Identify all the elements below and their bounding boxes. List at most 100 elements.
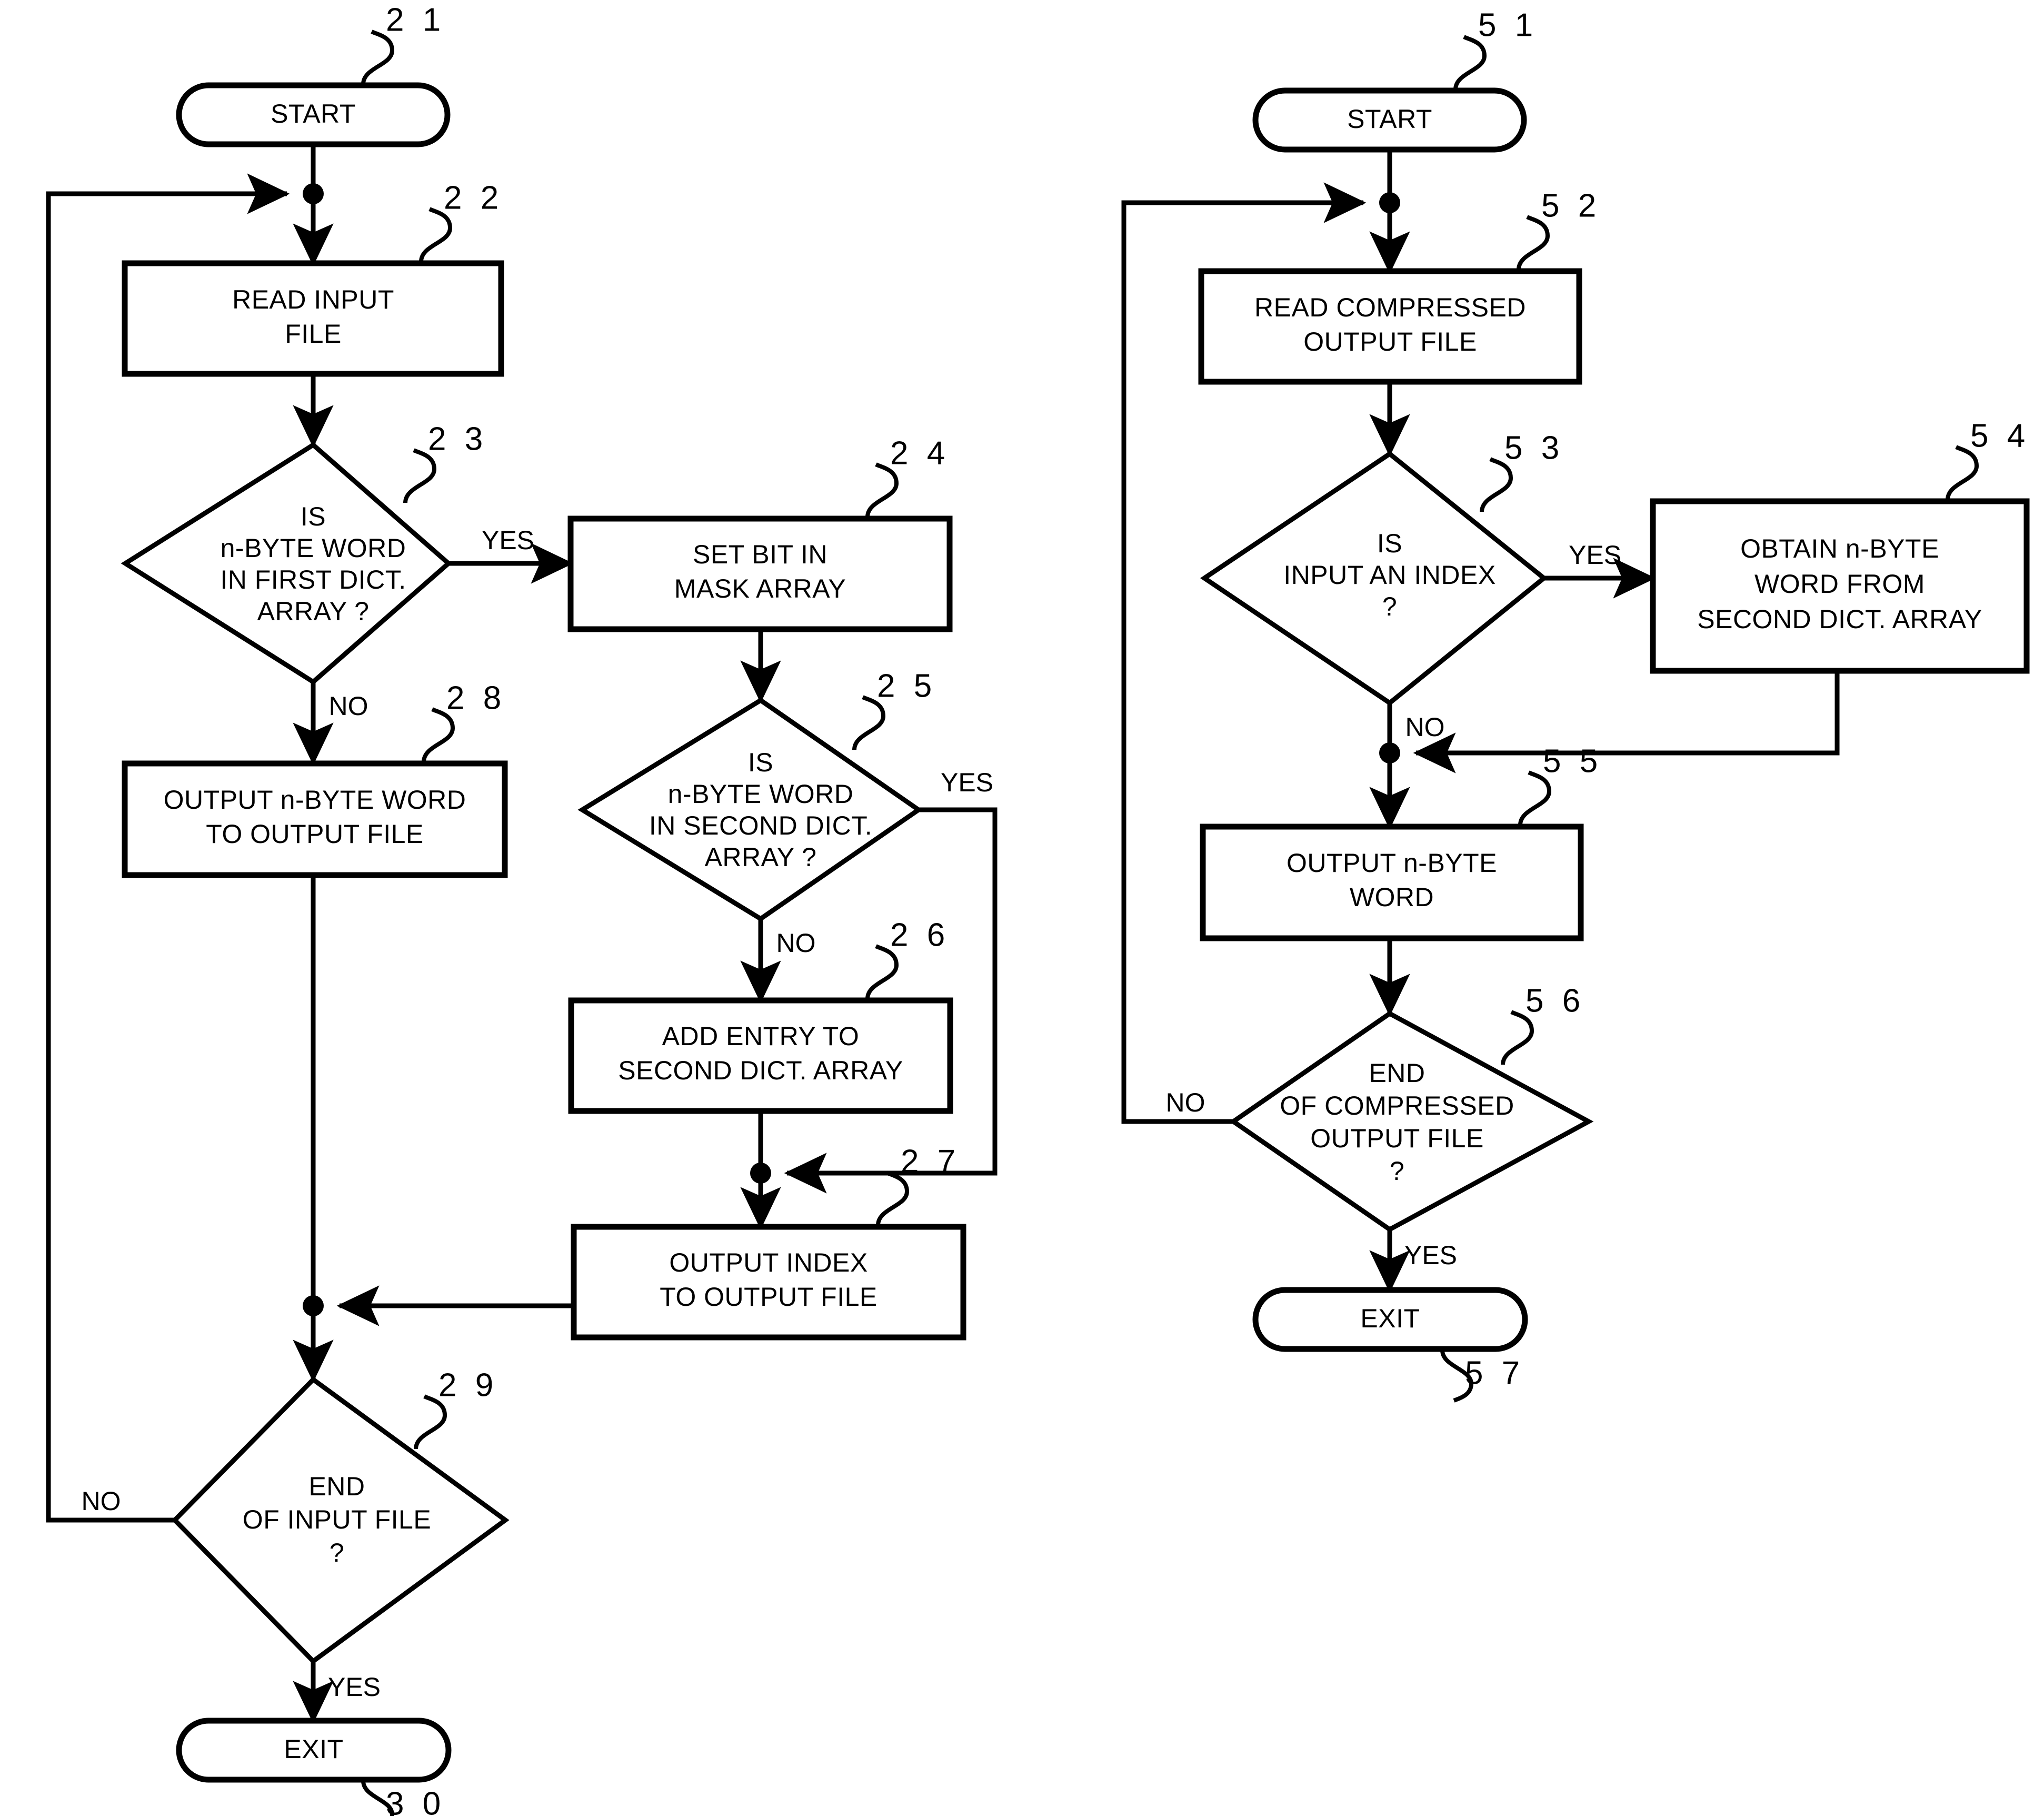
- node-label-line2: OUTPUT FILE: [1303, 327, 1477, 356]
- ref-number-51: 5 1: [1478, 7, 1538, 43]
- node-label-line2: WORD: [1350, 882, 1434, 912]
- node-label-line1: IS: [301, 502, 326, 531]
- node-label: EXIT: [1360, 1304, 1420, 1333]
- ref-leader-51: [1453, 35, 1487, 90]
- node-label-line4: ?: [1390, 1156, 1404, 1186]
- ref-number-25: 2 5: [877, 668, 936, 704]
- edge-label-56-yes: YES: [1404, 1241, 1457, 1270]
- node-label-line1: OUTPUT n-BYTE: [1287, 848, 1497, 878]
- node-label-line2: INPUT AN INDEX: [1283, 560, 1495, 590]
- ref-leader-52: [1517, 215, 1550, 270]
- ref-number-53: 5 3: [1504, 430, 1564, 466]
- edge-label-53-no: NO: [1405, 712, 1445, 742]
- node-decision-29[interactable]: END OF INPUT FILE ? 2 9 NO YES: [82, 1367, 510, 1702]
- compression-flowchart: START 2 1 READ INPUT FILE 2 2 IS n-BYTE …: [46, 2, 998, 1816]
- edge-label-25-yes: YES: [941, 768, 993, 797]
- ref-number-24: 2 4: [890, 435, 950, 471]
- ref-leader-23: [403, 448, 437, 503]
- node-label-line3: IN FIRST DICT.: [220, 565, 406, 594]
- ref-number-26: 2 6: [890, 917, 950, 953]
- edge-label-53-yes: YES: [1569, 540, 1621, 570]
- edge-label-29-yes: YES: [328, 1672, 381, 1702]
- node-label-line2: OF INPUT FILE: [243, 1505, 431, 1534]
- node-label-line2: WORD FROM: [1754, 569, 1925, 599]
- ref-number-56: 5 6: [1525, 983, 1585, 1019]
- node-label-line4: ARRAY ?: [705, 842, 817, 872]
- figure-canvas: START 2 1 READ INPUT FILE 2 2 IS n-BYTE …: [0, 0, 2044, 1816]
- ref-number-28: 2 8: [446, 680, 506, 716]
- ref-leader-24: [865, 462, 899, 518]
- node-process-52[interactable]: READ COMPRESSED OUTPUT FILE 5 2: [1198, 187, 1601, 385]
- edge-label-25-no: NO: [776, 928, 816, 958]
- node-decision-56[interactable]: END OF COMPRESSED OUTPUT FILE ? 5 6 NO Y…: [1166, 983, 1594, 1270]
- node-label-line2: TO OUTPUT FILE: [660, 1282, 878, 1312]
- node-label-line3: SECOND DICT. ARRAY: [1697, 604, 1982, 634]
- node-label-line1: OUTPUT INDEX: [669, 1248, 868, 1277]
- ref-number-54: 5 4: [1970, 418, 2030, 454]
- ref-number-52: 5 2: [1541, 187, 1601, 224]
- ref-leader-22: [419, 207, 453, 262]
- decompression-flowchart: START 5 1 READ COMPRESSED OUTPUT FILE 5 …: [1121, 7, 2030, 1403]
- junction-dot-a: [303, 183, 324, 204]
- decision-shape: [1229, 1010, 1594, 1233]
- ref-number-21: 2 1: [386, 2, 445, 38]
- node-label-line1: SET BIT IN: [693, 540, 827, 569]
- node-label-line3: OUTPUT FILE: [1310, 1124, 1484, 1153]
- node-label-line2: OF COMPRESSED: [1280, 1091, 1514, 1120]
- node-decision-53[interactable]: IS INPUT AN INDEX ? 5 3 YES NO: [1200, 430, 1621, 742]
- node-start-21[interactable]: START 2 1: [176, 2, 451, 147]
- junction-dot-b: [750, 1163, 771, 1184]
- ref-number-55: 5 5: [1543, 743, 1602, 779]
- node-label-line4: ARRAY ?: [257, 597, 370, 626]
- edge-label-23-yes: YES: [482, 525, 534, 555]
- ref-number-27: 2 7: [901, 1143, 960, 1179]
- ref-leader-25: [852, 695, 886, 750]
- node-label: START: [271, 99, 356, 128]
- ref-leader-29: [414, 1394, 447, 1450]
- edge-label-23-no: NO: [329, 691, 368, 721]
- ref-number-29: 2 9: [438, 1367, 498, 1403]
- process-shape: [1198, 268, 1582, 385]
- node-start-51[interactable]: START 5 1: [1252, 7, 1538, 153]
- node-label-line2: FILE: [285, 319, 342, 349]
- ref-number-30: 3 0: [386, 1785, 445, 1816]
- ref-leader-28: [422, 707, 455, 762]
- node-label: START: [1347, 104, 1432, 134]
- node-label-line1: END: [308, 1472, 365, 1501]
- node-exit-57[interactable]: EXIT 5 7: [1252, 1287, 1528, 1403]
- node-label-line1: ADD ENTRY TO: [662, 1021, 860, 1051]
- ref-leader-21: [361, 29, 395, 85]
- ref-leader-26: [865, 944, 899, 999]
- ref-leader-55: [1518, 770, 1552, 826]
- node-label-line2: TO OUTPUT FILE: [206, 819, 424, 849]
- node-exit-30[interactable]: EXIT 3 0: [176, 1718, 452, 1816]
- ref-leader-27: [876, 1170, 910, 1226]
- ref-number-23: 2 3: [428, 421, 487, 457]
- node-label-line3: IN SECOND DICT.: [649, 811, 872, 840]
- node-decision-23[interactable]: IS n-BYTE WORD IN FIRST DICT. ARRAY ? 2 …: [121, 421, 534, 721]
- node-label-line1: END: [1369, 1058, 1425, 1088]
- edge-54-to-junction-e: [1413, 671, 1840, 773]
- node-process-54[interactable]: OBTAIN n-BYTE WORD FROM SECOND DICT. ARR…: [1650, 418, 2030, 674]
- junction-dot-d: [1379, 192, 1400, 213]
- flowchart-figure: START 2 1 READ INPUT FILE 2 2 IS n-BYTE …: [46, 2, 2030, 1816]
- node-label-line1: READ INPUT: [232, 285, 394, 314]
- ref-number-22: 2 2: [444, 180, 503, 216]
- node-label-line1: OUTPUT n-BYTE WORD: [164, 785, 466, 815]
- node-label-line1: OBTAIN n-BYTE: [1740, 534, 1939, 563]
- process-shape: [122, 260, 504, 377]
- node-process-24[interactable]: SET BIT IN MASK ARRAY 2 4: [567, 435, 953, 632]
- node-process-55[interactable]: OUTPUT n-BYTE WORD 5 5: [1200, 743, 1602, 941]
- ref-leader-54: [1946, 445, 1979, 500]
- node-decision-25[interactable]: IS n-BYTE WORD IN SECOND DICT. ARRAY ? 2…: [577, 668, 993, 958]
- node-label-line1: IS: [1377, 529, 1402, 558]
- decision-shape: [121, 442, 452, 685]
- ref-leader-56: [1501, 1010, 1534, 1065]
- compression-connectors: [46, 143, 998, 1724]
- node-label-line1: IS: [748, 748, 773, 777]
- node-label-line2: SECOND DICT. ARRAY: [618, 1056, 903, 1085]
- node-label-line2: n-BYTE WORD: [221, 533, 406, 563]
- edge-label-56-no: NO: [1166, 1088, 1205, 1117]
- ref-leader-53: [1480, 457, 1513, 512]
- node-label-line2: n-BYTE WORD: [668, 779, 854, 809]
